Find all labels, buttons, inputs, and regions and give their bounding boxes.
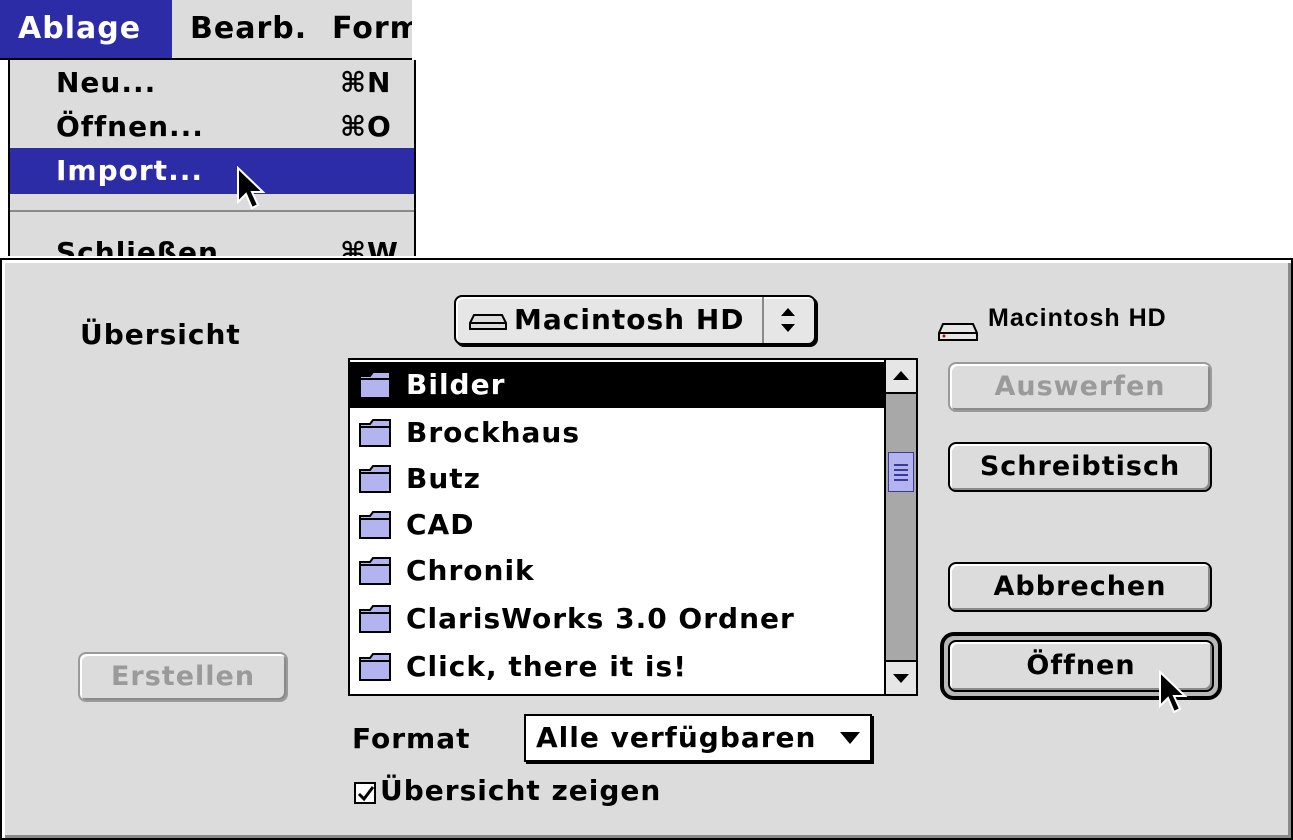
desktop-button[interactable]: Schreibtisch: [948, 442, 1212, 492]
menu-shortcut: ⌘O: [340, 110, 392, 143]
menu-item-label: Import...: [56, 154, 203, 187]
popup-updown-arrow-icon: [762, 297, 814, 343]
format-select[interactable]: Alle verfügbaren: [524, 714, 872, 762]
list-item[interactable]: Bilder: [350, 362, 886, 408]
list-item[interactable]: Butz: [350, 456, 886, 502]
file-name: CAD: [406, 508, 475, 541]
menu-item-schliessen[interactable]: Schließen ⌘W: [10, 230, 414, 256]
hard-disk-icon: [938, 323, 978, 341]
file-name: Brockhaus: [406, 416, 581, 449]
folder-icon: [359, 605, 391, 633]
volume-name: Macintosh HD: [988, 304, 1167, 332]
file-list[interactable]: Bilder Brockhaus Butz CAD Chronik Claris…: [348, 358, 918, 696]
show-preview-label[interactable]: Übersicht zeigen: [380, 774, 661, 807]
menu-item-import[interactable]: Import...: [10, 148, 414, 194]
vertical-scrollbar[interactable]: [884, 360, 916, 694]
folder-icon: [359, 511, 391, 539]
menu-item-label: Schließen: [56, 236, 219, 256]
folder-icon: [359, 419, 391, 447]
folder-icon: [359, 557, 391, 585]
arrow-cursor-icon: [237, 166, 266, 210]
menu-format[interactable]: Form: [320, 0, 412, 58]
menu-bearb[interactable]: Bearb.: [172, 0, 320, 58]
list-item[interactable]: ClarisWorks 3.0 Ordner: [350, 596, 886, 642]
volume-popup[interactable]: Macintosh HD: [454, 295, 816, 345]
file-name: Butz: [406, 462, 481, 495]
volume-popup-label: Macintosh HD: [514, 303, 745, 336]
menu-bar: Ablage Bearb. Form: [0, 0, 412, 60]
file-menu-dropdown: Neu... ⌘N Öffnen... ⌘O Import... Schließ…: [8, 60, 416, 256]
file-name: Bilder: [406, 368, 506, 401]
file-name: Chronik: [406, 554, 535, 587]
menu-shortcut: ⌘N: [340, 66, 392, 99]
menu-shortcut: ⌘W: [340, 236, 399, 256]
folder-icon: [359, 371, 391, 399]
show-preview-checkbox[interactable]: [354, 782, 376, 804]
list-item[interactable]: Click, there it is!: [350, 644, 886, 690]
menu-item-neu[interactable]: Neu... ⌘N: [10, 60, 414, 106]
folder-icon: [359, 465, 391, 493]
preview-label: Übersicht: [80, 318, 241, 351]
open-file-dialog: Übersicht Erstellen Macintosh HD Macinto…: [0, 258, 1293, 840]
menu-item-label: Neu...: [56, 66, 157, 99]
folder-icon: [359, 653, 391, 681]
scroll-thumb[interactable]: [888, 452, 914, 492]
file-name: Click, there it is!: [406, 650, 687, 683]
scroll-down-arrow-icon[interactable]: [886, 660, 916, 694]
menu-ablage[interactable]: Ablage: [0, 0, 172, 58]
menu-item-label: Öffnen...: [56, 110, 204, 143]
format-label: Format: [352, 722, 471, 755]
file-name: ClarisWorks 3.0 Ordner: [406, 602, 795, 635]
triangle-down-icon: [840, 732, 860, 744]
scroll-up-arrow-icon[interactable]: [886, 360, 916, 394]
menu-separator: [10, 210, 414, 212]
arrow-cursor-icon: [1159, 670, 1188, 714]
list-item[interactable]: CAD: [350, 502, 886, 548]
eject-button[interactable]: Auswerfen: [948, 362, 1212, 412]
create-button[interactable]: Erstellen: [78, 652, 288, 702]
menu-item-oeffnen[interactable]: Öffnen... ⌘O: [10, 104, 414, 150]
list-item[interactable]: Brockhaus: [350, 410, 886, 456]
list-item[interactable]: Chronik: [350, 548, 886, 594]
hard-disk-icon: [469, 314, 507, 330]
cancel-button[interactable]: Abbrechen: [948, 562, 1212, 612]
format-select-value: Alle verfügbaren: [536, 721, 817, 754]
checkmark-icon: [357, 786, 375, 802]
